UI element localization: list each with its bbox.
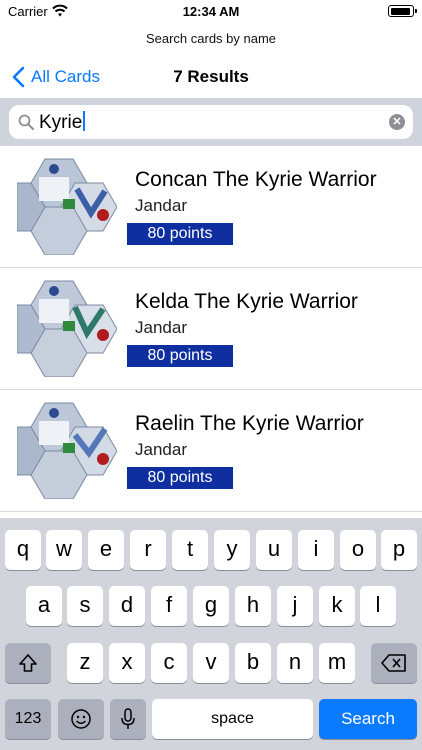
key-e[interactable]: e bbox=[88, 530, 124, 570]
space-key[interactable]: space bbox=[152, 699, 313, 739]
delete-key[interactable] bbox=[371, 643, 417, 683]
card-thumbnail bbox=[17, 158, 117, 255]
shift-icon bbox=[19, 654, 37, 672]
card-thumbnail bbox=[17, 402, 117, 499]
backspace-icon bbox=[381, 654, 406, 672]
nav-prompt: Search cards by name bbox=[145, 31, 277, 46]
text-cursor bbox=[83, 111, 86, 131]
points-badge: 80 points bbox=[127, 467, 233, 489]
card-name: Raelin The Kyrie Warrior bbox=[135, 412, 364, 435]
key-f[interactable]: f bbox=[151, 586, 187, 626]
list-item[interactable]: Kelda The Kyrie Warrior Jandar 80 points bbox=[0, 268, 422, 390]
battery-icon bbox=[388, 5, 417, 17]
results-list: Concan The Kyrie Warrior Jandar 80 point… bbox=[0, 146, 422, 512]
card-faction: Jandar bbox=[135, 440, 187, 459]
search-key[interactable]: Search bbox=[319, 699, 417, 739]
key-z[interactable]: z bbox=[67, 643, 103, 683]
key-p[interactable]: p bbox=[381, 530, 417, 570]
key-b[interactable]: b bbox=[235, 643, 271, 683]
key-o[interactable]: o bbox=[340, 530, 376, 570]
key-v[interactable]: v bbox=[193, 643, 229, 683]
status-bar: Carrier 12:34 AM bbox=[0, 0, 422, 24]
list-item[interactable]: Concan The Kyrie Warrior Jandar 80 point… bbox=[0, 146, 422, 268]
on-screen-keyboard: q w e r t y u i o p a s d f g h j k l z … bbox=[0, 518, 422, 750]
key-i[interactable]: i bbox=[298, 530, 334, 570]
card-thumbnail bbox=[17, 280, 117, 377]
key-t[interactable]: t bbox=[172, 530, 208, 570]
key-y[interactable]: y bbox=[214, 530, 250, 570]
key-q[interactable]: q bbox=[5, 530, 41, 570]
key-k[interactable]: k bbox=[319, 586, 355, 626]
clear-search-icon[interactable]: ✕ bbox=[389, 114, 405, 130]
numbers-key[interactable]: 123 bbox=[5, 699, 51, 739]
key-l[interactable]: l bbox=[360, 586, 396, 626]
key-a[interactable]: a bbox=[26, 586, 62, 626]
key-d[interactable]: d bbox=[109, 586, 145, 626]
key-g[interactable]: g bbox=[193, 586, 229, 626]
microphone-icon bbox=[121, 708, 135, 730]
key-c[interactable]: c bbox=[151, 643, 187, 683]
shift-key[interactable] bbox=[5, 643, 51, 683]
card-name: Concan The Kyrie Warrior bbox=[135, 168, 377, 191]
points-badge: 80 points bbox=[127, 345, 233, 367]
dictation-key[interactable] bbox=[110, 699, 146, 739]
card-faction: Jandar bbox=[135, 318, 187, 337]
key-m[interactable]: m bbox=[319, 643, 355, 683]
list-item[interactable]: Raelin The Kyrie Warrior Jandar 80 point… bbox=[0, 390, 422, 512]
search-input[interactable]: Kyrie ✕ bbox=[9, 105, 413, 139]
card-name: Kelda The Kyrie Warrior bbox=[135, 290, 358, 313]
points-badge: 80 points bbox=[127, 223, 233, 245]
key-j[interactable]: j bbox=[277, 586, 313, 626]
clock: 12:34 AM bbox=[182, 4, 240, 19]
key-x[interactable]: x bbox=[109, 643, 145, 683]
card-faction: Jandar bbox=[135, 196, 187, 215]
key-s[interactable]: s bbox=[67, 586, 103, 626]
search-input-value: Kyrie bbox=[39, 111, 86, 134]
search-icon bbox=[18, 114, 34, 130]
key-u[interactable]: u bbox=[256, 530, 292, 570]
key-w[interactable]: w bbox=[46, 530, 82, 570]
page-title: 7 Results bbox=[173, 67, 249, 86]
search-bar: Kyrie ✕ bbox=[0, 98, 422, 146]
key-r[interactable]: r bbox=[130, 530, 166, 570]
key-n[interactable]: n bbox=[277, 643, 313, 683]
key-h[interactable]: h bbox=[235, 586, 271, 626]
emoji-icon bbox=[71, 709, 91, 729]
emoji-key[interactable] bbox=[58, 699, 104, 739]
